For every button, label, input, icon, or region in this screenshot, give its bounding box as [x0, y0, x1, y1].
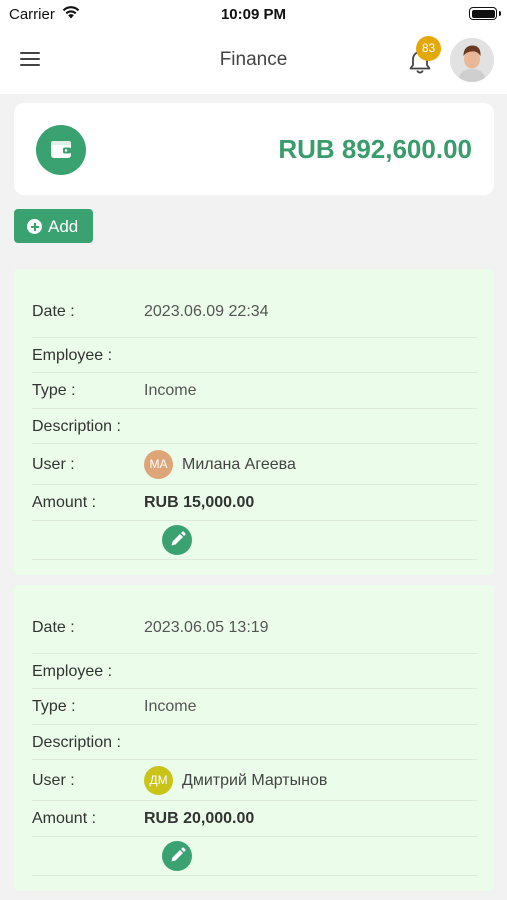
- amount-row: Amount : RUB 15,000.00: [32, 485, 477, 521]
- balance-card: RUB 892,600.00: [14, 103, 494, 195]
- employee-row: Employee :: [32, 654, 477, 689]
- user-name: Милана Агеева: [182, 456, 296, 473]
- employee-label: Employee :: [32, 347, 113, 364]
- user-avatar: ДМ: [144, 766, 173, 795]
- plus-circle-icon: [27, 219, 42, 234]
- battery-icon: [469, 7, 501, 20]
- balance-amount: RUB 892,600.00: [278, 134, 472, 164]
- profile-avatar[interactable]: [450, 38, 494, 82]
- description-row: Description :: [32, 409, 477, 444]
- date-value: 2023.06.05 13:19: [144, 619, 269, 636]
- transaction-card: Date : 2023.06.09 22:34 Employee : Type …: [14, 269, 494, 575]
- user-label: User :: [32, 772, 75, 789]
- amount-label: Amount :: [32, 810, 97, 827]
- status-bar: Carrier 10:09 PM: [0, 0, 507, 28]
- date-label: Date :: [32, 303, 75, 320]
- notification-badge: 83: [416, 36, 441, 61]
- type-row: Type : Income: [32, 689, 477, 725]
- type-label: Type :: [32, 698, 76, 715]
- user-row: User : МА Милана Агеева: [32, 444, 477, 485]
- add-button[interactable]: Add: [14, 209, 93, 243]
- date-label: Date :: [32, 619, 75, 636]
- app-header: Finance 83: [0, 28, 507, 94]
- edit-pencil-icon[interactable]: [162, 525, 192, 555]
- date-value: 2023.06.09 22:34: [144, 303, 269, 320]
- actions-row: [32, 837, 477, 876]
- user-row: User : ДМ Дмитрий Мартынов: [32, 760, 477, 801]
- amount-label: Amount :: [32, 494, 97, 511]
- description-label: Description :: [32, 734, 121, 751]
- add-button-label: Add: [48, 217, 79, 236]
- status-time: 10:09 PM: [220, 6, 287, 23]
- amount-value: RUB 20,000.00: [144, 810, 255, 827]
- date-row: Date : 2023.06.05 13:19: [32, 601, 477, 654]
- edit-pencil-icon[interactable]: [162, 841, 192, 871]
- employee-row: Employee :: [32, 338, 477, 373]
- employee-label: Employee :: [32, 663, 113, 680]
- description-label: Description :: [32, 418, 121, 435]
- type-value: Income: [144, 698, 197, 715]
- type-row: Type : Income: [32, 373, 477, 409]
- wallet-icon: [36, 125, 86, 175]
- type-value: Income: [144, 382, 197, 399]
- description-row: Description :: [32, 725, 477, 760]
- user-label: User :: [32, 456, 75, 473]
- type-label: Type :: [32, 382, 76, 399]
- date-row: Date : 2023.06.09 22:34: [32, 285, 477, 338]
- user-name: Дмитрий Мартынов: [182, 772, 328, 789]
- user-avatar: МА: [144, 450, 173, 479]
- amount-value: RUB 15,000.00: [144, 494, 255, 511]
- amount-row: Amount : RUB 20,000.00: [32, 801, 477, 837]
- actions-row: [32, 521, 477, 560]
- transaction-card: Date : 2023.06.05 13:19 Employee : Type …: [14, 585, 494, 891]
